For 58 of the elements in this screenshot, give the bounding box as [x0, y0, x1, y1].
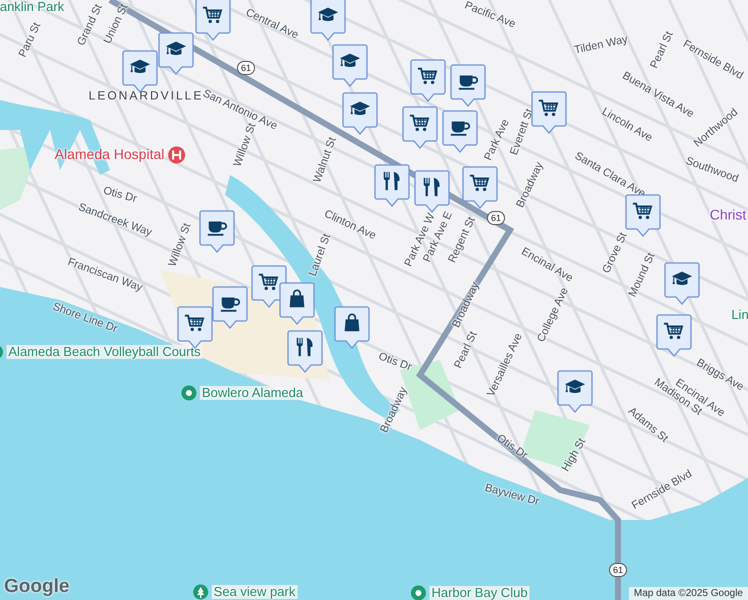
street-label: Pacific Ave	[462, 0, 518, 31]
place-pin-icon	[180, 385, 197, 401]
shopping-cart-icon	[184, 312, 206, 334]
map-marker[interactable]	[557, 370, 593, 414]
map-marker[interactable]	[310, 0, 346, 42]
tree-icon	[192, 584, 209, 600]
park-label: anklin Park	[0, 0, 64, 14]
park-label: Sea view park	[212, 584, 298, 600]
map-attribution: Map data ©2025 Google	[628, 587, 748, 600]
shopping-cart-icon	[469, 172, 491, 194]
map-marker[interactable]	[334, 306, 370, 350]
street-label: Pearl St	[452, 330, 480, 370]
street-label: Laurel St	[306, 232, 334, 278]
shopping-cart-icon	[538, 97, 560, 119]
street-label: Shore Line Dr	[51, 300, 119, 336]
map-marker[interactable]	[462, 166, 498, 210]
shopping-cart-icon	[632, 200, 654, 222]
place-label: Alameda Beach Volleyball Courts	[6, 344, 203, 360]
place-label: Bowlero Alameda	[200, 386, 306, 400]
street-label: Otis Dr	[494, 432, 530, 462]
street-label: Willow St	[166, 222, 194, 268]
map-marker[interactable]	[402, 106, 438, 150]
hospital-icon	[167, 146, 186, 164]
street-label: Otis Dr	[102, 184, 138, 206]
street-label: Pearl St	[648, 30, 676, 70]
street-label: Paru St	[16, 20, 44, 60]
map-marker[interactable]	[625, 194, 661, 238]
map-marker[interactable]	[442, 110, 478, 154]
google-logo: Google	[4, 576, 70, 598]
park-label: Lin	[731, 308, 748, 322]
district-label: LEONARDVILLE	[88, 89, 204, 103]
place-pin-icon	[410, 585, 426, 600]
shopping-cart-icon	[663, 320, 685, 342]
map-marker[interactable]	[656, 314, 692, 358]
shopping-cart-icon	[409, 112, 431, 134]
shopping-cart-icon	[417, 65, 439, 87]
map-marker[interactable]	[531, 91, 567, 135]
shopping-cart-icon	[202, 4, 224, 26]
shopping-cart-icon	[258, 271, 280, 293]
map-marker[interactable]	[199, 210, 235, 254]
street-label: Willow St	[232, 122, 258, 168]
map-marker[interactable]	[374, 164, 410, 208]
map-marker[interactable]	[158, 32, 194, 76]
map-marker[interactable]	[195, 0, 231, 42]
map-marker[interactable]	[332, 44, 368, 88]
route-shield: 61	[487, 211, 505, 225]
street-label: Otis Dr	[376, 350, 414, 374]
street-label: Tilden Way	[573, 33, 629, 57]
map-marker[interactable]	[450, 64, 486, 108]
map-marker[interactable]	[342, 92, 378, 136]
street-label: Grove St	[600, 230, 630, 276]
map-marker[interactable]	[410, 59, 446, 103]
hospital-label: Alameda Hospital	[54, 147, 164, 163]
map-marker[interactable]	[664, 262, 700, 306]
route-shield: 61	[237, 61, 255, 75]
street-label: Bayview Dr	[484, 482, 540, 508]
place-label: Harbor Bay Club	[429, 586, 530, 600]
place-label: Christ	[710, 207, 746, 223]
